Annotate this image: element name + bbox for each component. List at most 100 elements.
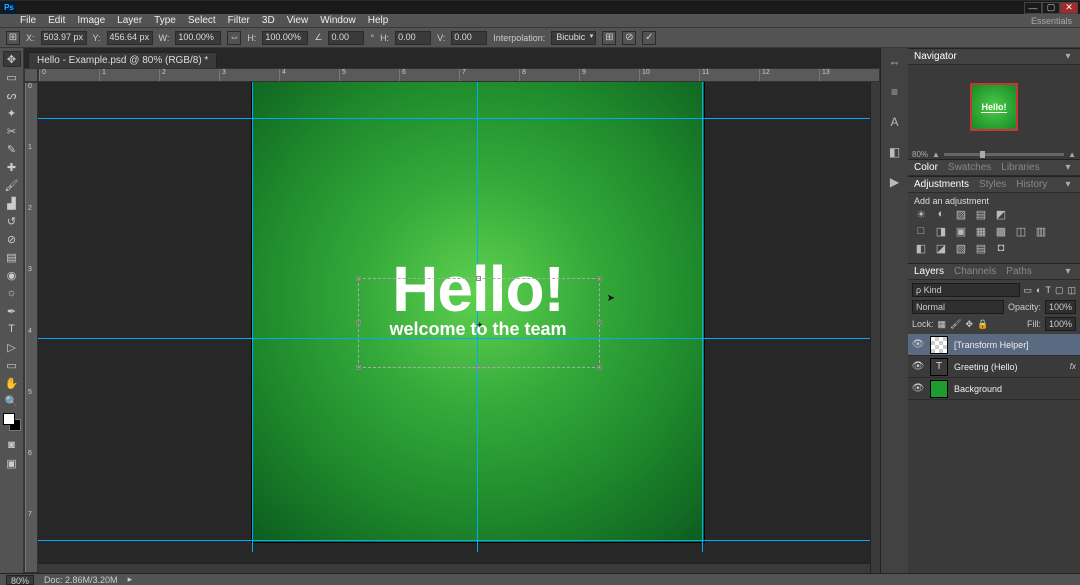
scrollbar-vertical[interactable]	[870, 82, 880, 573]
adj-selective-color-icon[interactable]: ▤	[974, 242, 988, 255]
foreground-color-swatch[interactable]	[3, 413, 15, 425]
adj-brightness-icon[interactable]: ☀	[914, 208, 928, 221]
layer-row[interactable]: 👁 T Greeting (Hello) fx	[908, 356, 1080, 378]
tab-swatches[interactable]: Swatches	[948, 162, 991, 173]
history-brush-tool-icon[interactable]: ↺	[3, 213, 21, 229]
adj-photo-filter-icon[interactable]: ▦	[974, 225, 988, 238]
layer-thumbnail-text-icon[interactable]: T	[930, 358, 948, 376]
guide-line[interactable]	[38, 118, 880, 119]
adj-levels-icon[interactable]: ◐	[934, 208, 948, 221]
screen-mode-icon[interactable]: ▣	[3, 455, 21, 471]
ruler-vertical[interactable]: 01234567	[24, 82, 38, 573]
transform-handle[interactable]	[356, 320, 361, 325]
transform-handle[interactable]	[476, 365, 481, 370]
collapsed-panel-icon[interactable]: ≡	[885, 82, 905, 102]
menu-layer[interactable]: Layer	[111, 14, 148, 28]
adj-gradient-map-icon[interactable]: ▧	[954, 242, 968, 255]
opt-h-input[interactable]: 100.00%	[262, 31, 308, 45]
tab-adjustments[interactable]: Adjustments	[914, 179, 969, 190]
path-tool-icon[interactable]: ▷	[3, 339, 21, 355]
tab-styles[interactable]: Styles	[979, 179, 1006, 190]
blend-mode-select[interactable]: Normal	[912, 300, 1004, 314]
transform-handle[interactable]	[597, 320, 602, 325]
transform-handle[interactable]	[597, 365, 602, 370]
panel-menu-icon[interactable]: ▾	[1062, 162, 1074, 173]
maximize-button[interactable]: ▢	[1042, 2, 1060, 14]
filter-type-icon[interactable]: T	[1045, 285, 1051, 295]
tab-layers[interactable]: Layers	[914, 266, 944, 277]
layer-row[interactable]: 👁 [Transform Helper]	[908, 334, 1080, 356]
navigator-panel[interactable]: Hello!	[908, 65, 1080, 149]
transform-ref-point-icon[interactable]: ⊞	[6, 31, 20, 45]
tab-channels[interactable]: Channels	[954, 266, 996, 277]
adj-hue-icon[interactable]: □	[914, 225, 928, 238]
layer-visibility-icon[interactable]: 👁	[912, 383, 924, 395]
commit-transform-icon[interactable]: ✓	[642, 31, 656, 45]
adj-balance-icon[interactable]: ◨	[934, 225, 948, 238]
brush-tool-icon[interactable]: 🖌	[3, 177, 21, 193]
adj-invert-icon[interactable]: ▥	[1034, 225, 1048, 238]
zoom-tool-icon[interactable]: 🔍	[3, 393, 21, 409]
menu-filter[interactable]: Filter	[222, 14, 256, 28]
filter-smart-icon[interactable]: ◫	[1067, 285, 1076, 296]
warp-mode-icon[interactable]: ⊞	[602, 31, 616, 45]
menu-select[interactable]: Select	[182, 14, 222, 28]
layer-name[interactable]: Greeting (Hello)	[954, 362, 1018, 372]
tab-history[interactable]: History	[1016, 179, 1047, 190]
transform-handle[interactable]	[356, 276, 361, 281]
lock-transparent-icon[interactable]: ▦	[938, 319, 947, 330]
link-wh-icon[interactable]: ⇔	[227, 31, 241, 45]
lasso-tool-icon[interactable]: ᔕ	[3, 87, 21, 103]
panel-menu-icon[interactable]: ▾	[1062, 179, 1074, 190]
adj-lookup-icon[interactable]: ◫	[1014, 225, 1028, 238]
transform-center-icon[interactable]: ✦	[476, 320, 484, 331]
type-tool-icon[interactable]: T	[3, 321, 21, 337]
zoom-slider-track[interactable]	[944, 153, 1064, 156]
menu-help[interactable]: Help	[362, 14, 395, 28]
filter-adjust-icon[interactable]: ◐	[1036, 285, 1041, 295]
menu-view[interactable]: View	[281, 14, 315, 28]
canvas[interactable]: Hello! welcome to the team ✦ ➤	[252, 82, 704, 542]
close-button[interactable]: ✕	[1060, 2, 1078, 14]
lock-position-icon[interactable]: ✥	[965, 319, 973, 330]
canvas-viewport[interactable]: Hello! welcome to the team ✦ ➤	[38, 82, 880, 573]
menu-type[interactable]: Type	[148, 14, 182, 28]
blur-tool-icon[interactable]: ◉	[3, 267, 21, 283]
zoom-out-icon[interactable]: ▲	[932, 150, 940, 159]
panel-menu-icon[interactable]: ▾	[1062, 266, 1074, 277]
filter-pixel-icon[interactable]: ▭	[1024, 285, 1033, 296]
tab-libraries[interactable]: Libraries	[1001, 162, 1039, 173]
color-swatches[interactable]	[3, 413, 21, 431]
zoom-in-icon[interactable]: ▲	[1068, 150, 1076, 159]
tab-navigator[interactable]: Navigator	[914, 51, 957, 62]
menu-edit[interactable]: Edit	[42, 14, 71, 28]
layer-name[interactable]: [Transform Helper]	[954, 340, 1029, 350]
tab-color[interactable]: Color	[914, 162, 938, 173]
panel-menu-icon[interactable]: ▾	[1062, 51, 1074, 62]
opt-skewh-input[interactable]: 0.00	[395, 31, 431, 45]
transform-handle[interactable]	[597, 276, 602, 281]
layer-visibility-icon[interactable]: 👁	[912, 339, 924, 351]
marquee-tool-icon[interactable]: ▭	[3, 69, 21, 85]
collapsed-panel-icon[interactable]: ⇔	[885, 52, 905, 72]
minimize-button[interactable]: —	[1024, 2, 1042, 14]
workspace-switcher[interactable]: Essentials	[1031, 16, 1072, 26]
adj-bw-icon[interactable]: ▣	[954, 225, 968, 238]
transform-handle[interactable]	[476, 276, 481, 281]
cancel-transform-icon[interactable]: ⊘	[622, 31, 636, 45]
layer-filter-kind[interactable]: ρ Kind	[912, 283, 1020, 297]
quick-mask-icon[interactable]: ◙	[3, 437, 21, 453]
quick-select-tool-icon[interactable]: ✦	[3, 105, 21, 121]
move-tool-icon[interactable]: ✥	[3, 51, 21, 67]
menu-image[interactable]: Image	[71, 14, 111, 28]
guide-line[interactable]	[38, 540, 880, 541]
pen-tool-icon[interactable]: ✒	[3, 303, 21, 319]
opt-y-input[interactable]: 456.64 px	[107, 31, 153, 45]
navigator-thumbnail[interactable]: Hello!	[970, 83, 1018, 131]
layer-visibility-icon[interactable]: 👁	[912, 361, 924, 373]
gradient-tool-icon[interactable]: ▤	[3, 249, 21, 265]
ruler-horizontal[interactable]: 0 1 2 3 4 5 6 7 8 9 10 11 12 13	[38, 68, 880, 82]
fill-input[interactable]: 100%	[1045, 317, 1076, 331]
adj-threshold-icon[interactable]: ◪	[934, 242, 948, 255]
menu-file[interactable]: File	[14, 14, 42, 28]
